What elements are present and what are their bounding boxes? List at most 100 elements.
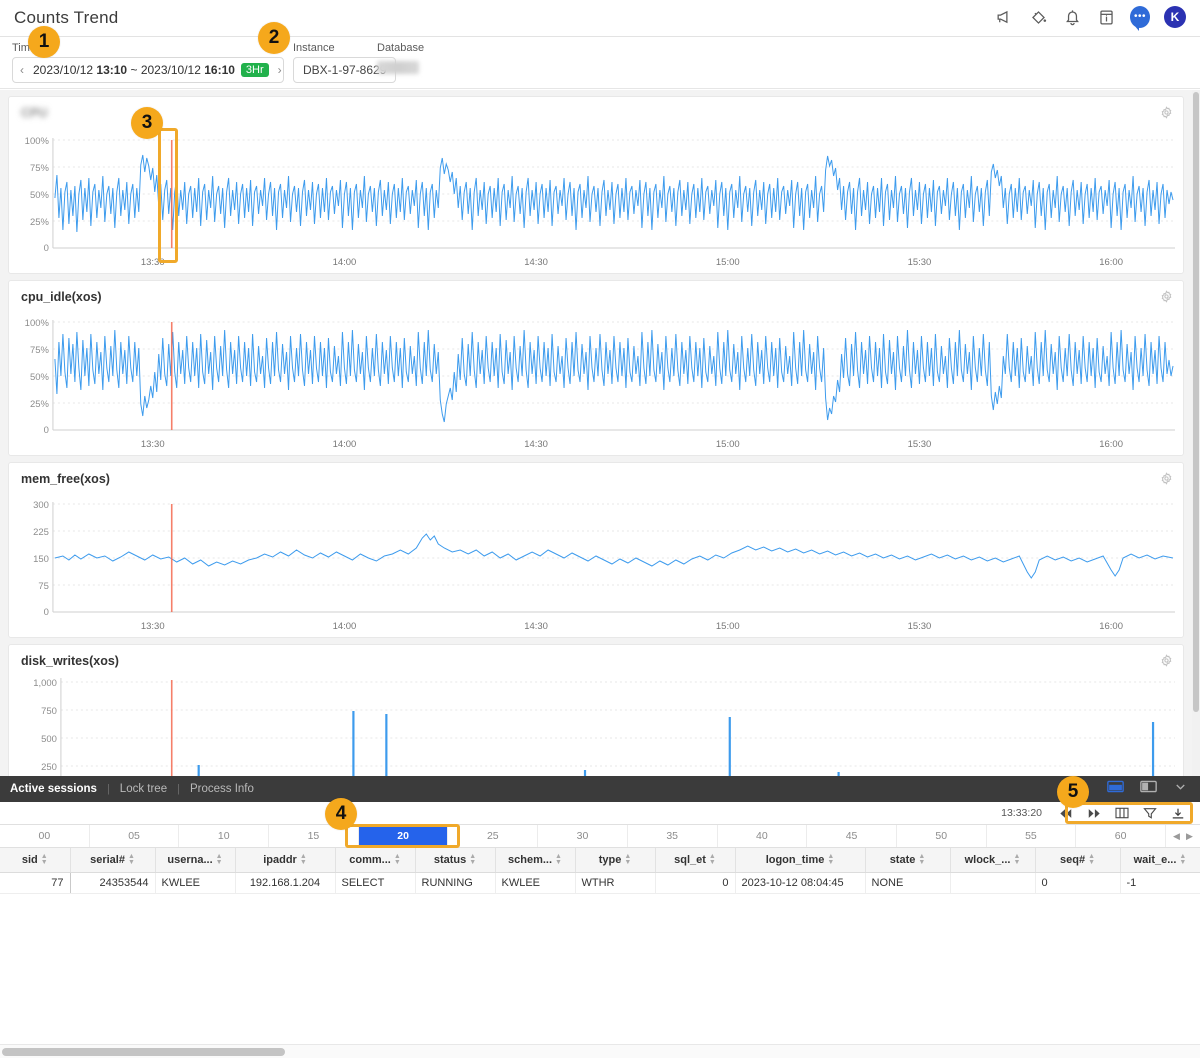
- paint-bucket-icon[interactable]: [1028, 7, 1048, 27]
- svg-text:50%: 50%: [30, 190, 50, 201]
- svg-text:1,000: 1,000: [33, 678, 57, 689]
- chart-plot-cpu[interactable]: 100% 75% 50% 25% 0 13:30 14:00 14:30 15:00…: [9, 120, 1183, 270]
- sort-icon[interactable]: ▲ ▼: [41, 853, 48, 866]
- timeline-cell-60[interactable]: 60: [1076, 825, 1166, 847]
- sort-icon[interactable]: ▲ ▼: [709, 853, 716, 866]
- timeline-cell-10[interactable]: 10: [179, 825, 270, 847]
- timeline-next-icon[interactable]: ▶: [1186, 831, 1193, 842]
- svg-text:14:30: 14:30: [524, 621, 548, 632]
- time-range-picker[interactable]: ‹ 2023/10/12 13:10 ~ 2023/10/12 16:10 3H…: [12, 57, 284, 83]
- table-header-row: sid ▲ ▼ serial# ▲ ▼ userna... ▲ ▼ ipaddr ▲ ▼ com…: [0, 848, 1200, 873]
- tab-process-info[interactable]: Process Info: [180, 783, 264, 795]
- sort-icon[interactable]: ▲ ▼: [1013, 853, 1020, 866]
- chart-title-mem-free: mem_free(xos): [21, 472, 110, 486]
- svg-text:100%: 100%: [25, 136, 50, 147]
- info-box-icon[interactable]: [1096, 7, 1116, 27]
- megaphone-icon[interactable]: [994, 7, 1014, 27]
- svg-text:75%: 75%: [30, 163, 50, 174]
- svg-text:13:30: 13:30: [141, 621, 165, 632]
- col-header-state[interactable]: state ▲ ▼: [865, 848, 951, 873]
- svg-text:16:00: 16:00: [1099, 257, 1123, 268]
- svg-text:14:00: 14:00: [333, 439, 357, 450]
- bell-icon[interactable]: [1062, 7, 1082, 27]
- chat-bubble-icon[interactable]: •••: [1130, 6, 1150, 31]
- timeline-cell-00[interactable]: 00: [0, 825, 90, 847]
- sort-icon[interactable]: ▲ ▼: [555, 853, 562, 866]
- tab-active-sessions[interactable]: Active sessions: [0, 783, 107, 795]
- chart-card-disk-writes: disk_writes(xos) 1,000 750 500 250: [8, 644, 1184, 776]
- svg-text:16:00: 16:00: [1099, 621, 1123, 632]
- timeline-cell-30[interactable]: 30: [538, 825, 628, 847]
- col-header-username[interactable]: userna... ▲ ▼: [155, 848, 236, 873]
- sort-icon[interactable]: ▲ ▼: [394, 853, 401, 866]
- timeline-cell-40[interactable]: 40: [718, 825, 808, 847]
- chevron-down-icon[interactable]: [1173, 780, 1188, 798]
- user-avatar[interactable]: K: [1164, 6, 1186, 28]
- svg-text:14:00: 14:00: [333, 257, 357, 268]
- sort-icon[interactable]: ▲ ▼: [128, 853, 135, 866]
- charts-scrollbar-thumb[interactable]: [1193, 92, 1199, 712]
- app-root: Counts Trend ••• K Time ‹ 2023/10/12 13:…: [0, 0, 1200, 1058]
- col-header-logon-time[interactable]: logon_time ▲ ▼: [735, 848, 866, 873]
- table-row[interactable]: 77 24353544 KWLEE 192.168.1.204 SELECT R…: [0, 872, 1200, 894]
- cell-type: WTHR: [575, 872, 656, 894]
- chart-plot-disk-writes[interactable]: 1,000 750 500 250: [9, 668, 1183, 776]
- col-header-type[interactable]: type ▲ ▼: [575, 848, 656, 873]
- time-to-date: 2023/10/12: [140, 63, 201, 77]
- timeline-cell-35[interactable]: 35: [628, 825, 718, 847]
- sort-icon[interactable]: ▲ ▼: [1088, 853, 1095, 866]
- col-header-status[interactable]: status ▲ ▼: [415, 848, 496, 873]
- col-header-serial[interactable]: serial# ▲ ▼: [70, 848, 156, 873]
- chart-title-cpu-idle: cpu_idle(xos): [21, 290, 102, 304]
- sort-icon[interactable]: ▲ ▼: [624, 853, 631, 866]
- chat-bubble-dots: •••: [1133, 11, 1146, 22]
- sort-icon[interactable]: ▲ ▼: [469, 853, 476, 866]
- annotation-highlight-toolbar: [1065, 802, 1193, 824]
- col-header-wlock[interactable]: wlock_... ▲ ▼: [950, 848, 1036, 873]
- col-label-state: state: [889, 853, 916, 866]
- col-header-seq[interactable]: seq# ▲ ▼: [1035, 848, 1121, 873]
- timeline-scrubber[interactable]: 00 05 10 15 20 25 30 35 40 45 50 55 60 ◀…: [0, 824, 1200, 848]
- timeline-cell-55[interactable]: 55: [987, 825, 1077, 847]
- col-header-wait-e[interactable]: wait_e... ▲ ▼: [1120, 848, 1200, 873]
- layout-split-icon[interactable]: [1140, 779, 1157, 799]
- col-label-sid: sid: [21, 853, 38, 866]
- bottom-scrollbar-thumb[interactable]: [2, 1048, 285, 1056]
- time-next-button[interactable]: ›: [275, 63, 285, 77]
- svg-text:15:30: 15:30: [908, 257, 932, 268]
- charts-vertical-scrollbar[interactable]: [1192, 90, 1200, 776]
- time-from-time: 13:10: [96, 63, 128, 77]
- svg-text:15:00: 15:00: [716, 257, 740, 268]
- svg-text:15:00: 15:00: [716, 439, 740, 450]
- cell-status: RUNNING: [415, 872, 496, 894]
- timeline-cell-25[interactable]: 25: [448, 825, 539, 847]
- charts-scroll-area[interactable]: CPU 100% 75% 50% 25% 0 13:30 14:00 14:30…: [0, 90, 1192, 776]
- sort-icon[interactable]: ▲ ▼: [918, 853, 925, 866]
- layout-full-icon[interactable]: [1107, 779, 1124, 799]
- col-header-sid[interactable]: sid ▲ ▼: [0, 848, 71, 873]
- chart-plot-mem-free[interactable]: 300 225 150 75 0 13:30 14:00 14:30 15:00 1…: [9, 486, 1183, 634]
- sort-icon[interactable]: ▲ ▼: [216, 853, 223, 866]
- timeline-cell-45[interactable]: 45: [807, 825, 897, 847]
- chart-card-cpu: CPU 100% 75% 50% 25% 0 13:30 14:00 14:30…: [8, 96, 1184, 274]
- database-selector[interactable]: [377, 57, 424, 83]
- timeline-cell-05[interactable]: 05: [90, 825, 180, 847]
- sort-icon[interactable]: ▲ ▼: [300, 853, 307, 866]
- svg-text:250: 250: [41, 762, 57, 773]
- chart-plot-cpu-idle[interactable]: 100% 75% 50% 25% 0 13:30 14:00 14:30 15:00…: [9, 304, 1183, 452]
- col-header-sql-et[interactable]: sql_et ▲ ▼: [655, 848, 736, 873]
- col-header-ipaddr[interactable]: ipaddr ▲ ▼: [235, 848, 336, 873]
- sort-icon[interactable]: ▲ ▼: [827, 853, 834, 866]
- chart-card-mem-free: mem_free(xos) 300 225 150 75 0 13:30 14:…: [8, 462, 1184, 638]
- tab-lock-tree[interactable]: Lock tree: [110, 783, 177, 795]
- bottom-horizontal-scrollbar[interactable]: [0, 1044, 1200, 1058]
- sort-icon[interactable]: ▲ ▼: [1179, 853, 1186, 866]
- annotation-marker-1: 1: [28, 26, 60, 58]
- time-range-text: 2023/10/12 13:10 ~ 2023/10/12 16:10: [33, 63, 235, 77]
- timeline-cell-50[interactable]: 50: [897, 825, 987, 847]
- time-prev-button[interactable]: ‹: [17, 63, 27, 77]
- col-header-command[interactable]: comm... ▲ ▼: [335, 848, 416, 873]
- timeline-prev-icon[interactable]: ◀: [1173, 831, 1180, 842]
- col-header-schema[interactable]: schem... ▲ ▼: [495, 848, 576, 873]
- svg-text:750: 750: [41, 706, 57, 717]
